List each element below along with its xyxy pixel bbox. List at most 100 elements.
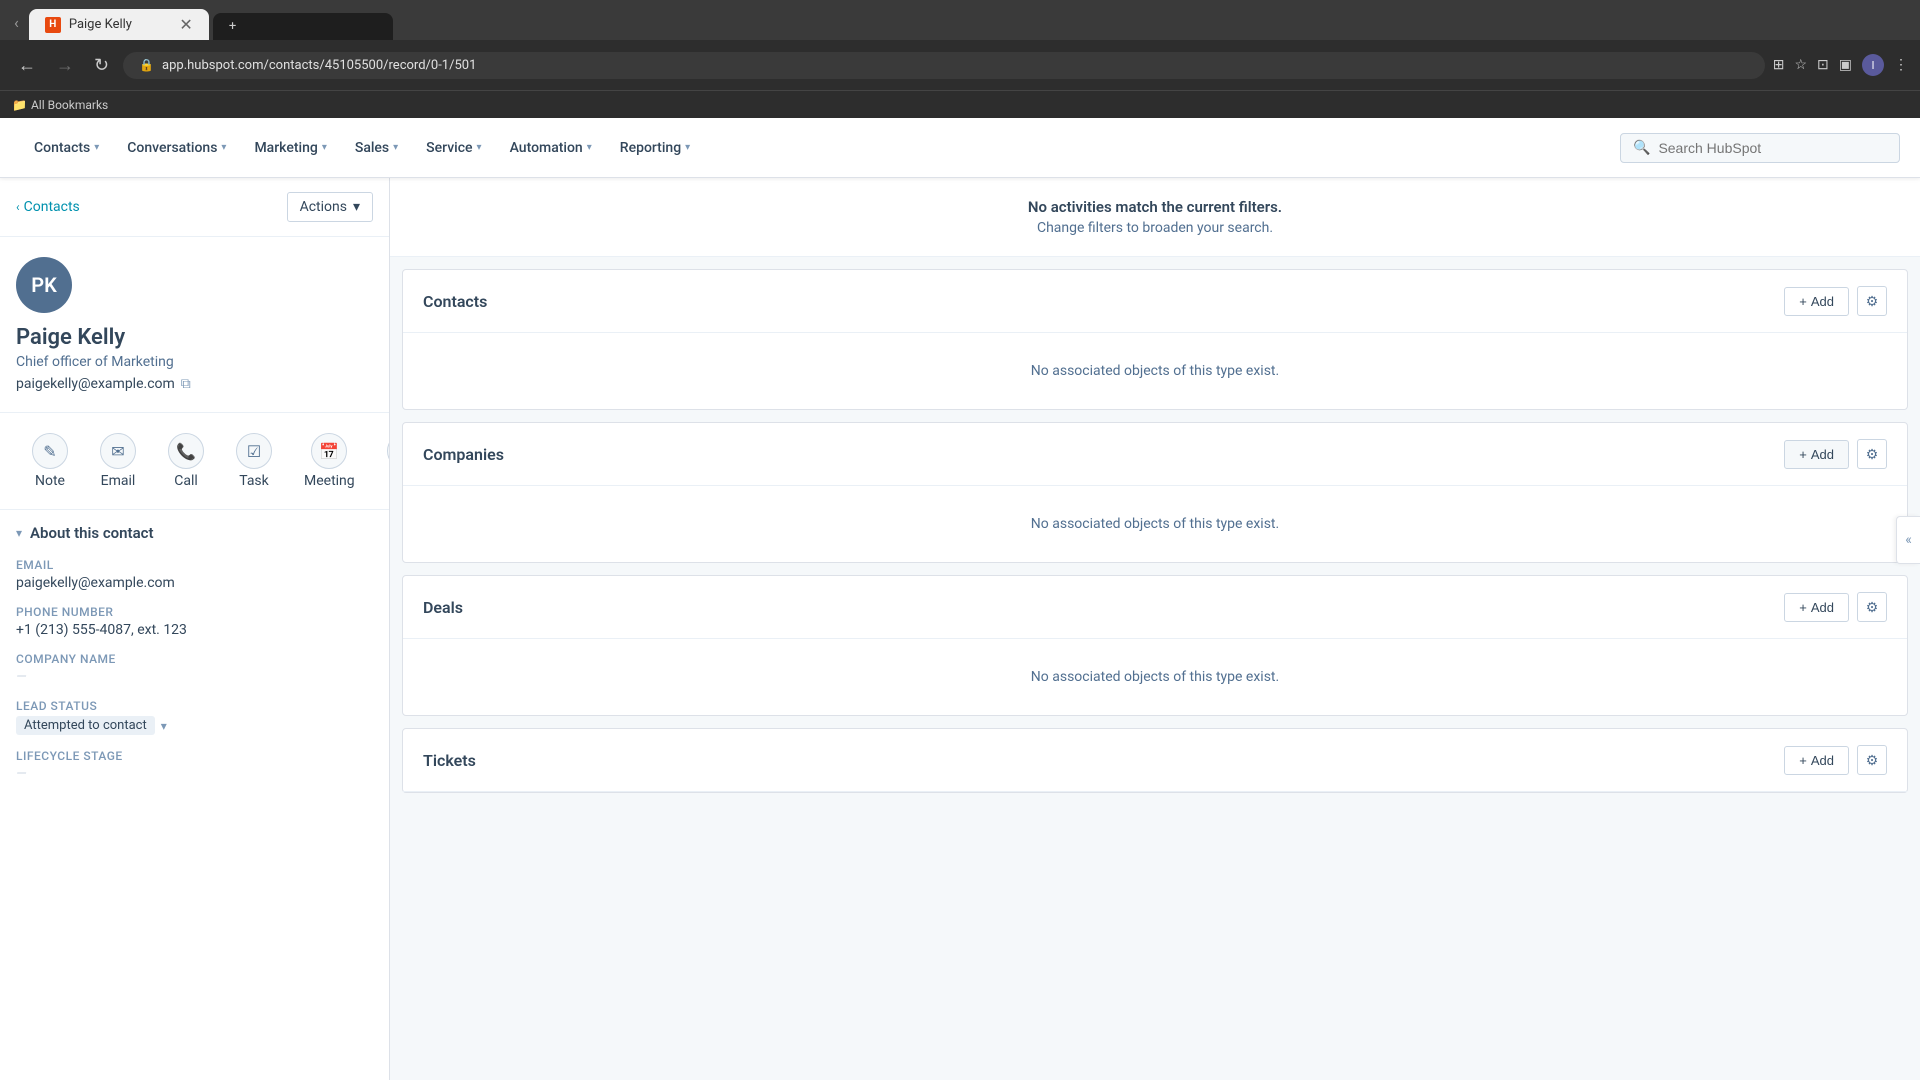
companies-gear-button[interactable]: ⚙ bbox=[1857, 439, 1887, 469]
contacts-add-button[interactable]: + Add bbox=[1784, 287, 1849, 316]
forward-button[interactable]: → bbox=[50, 51, 80, 80]
tickets-gear-icon: ⚙ bbox=[1866, 752, 1879, 769]
companies-gear-icon: ⚙ bbox=[1866, 446, 1879, 463]
profile-icon[interactable]: I bbox=[1862, 54, 1884, 76]
section-deals: Deals + Add ⚙ No associated objects of t… bbox=[402, 575, 1908, 716]
extension-icon[interactable]: ⊞ bbox=[1773, 57, 1785, 73]
call-label: Call bbox=[174, 473, 198, 489]
action-note[interactable]: ✎ Note bbox=[16, 425, 84, 497]
nav-item-automation[interactable]: Automation ▾ bbox=[496, 118, 606, 178]
bookmarks-label[interactable]: All Bookmarks bbox=[31, 98, 108, 112]
search-icon: 🔍 bbox=[1633, 140, 1650, 156]
tickets-add-plus-icon: + bbox=[1799, 753, 1807, 768]
field-lifecycle-value: — bbox=[16, 766, 373, 782]
nav-item-conversations[interactable]: Conversations ▾ bbox=[113, 118, 240, 178]
contacts-empty-text: No associated objects of this type exist… bbox=[1031, 363, 1279, 379]
companies-empty-text: No associated objects of this type exist… bbox=[1031, 516, 1279, 532]
field-company: Company name — bbox=[16, 652, 373, 685]
contact-profile: PK Paige Kelly Chief officer of Marketin… bbox=[0, 237, 389, 413]
hs-search-bar[interactable]: 🔍 bbox=[1620, 133, 1900, 163]
deals-add-button[interactable]: + Add bbox=[1784, 593, 1849, 622]
email-icon: ✉ bbox=[111, 442, 124, 461]
nav-item-marketing[interactable]: Marketing ▾ bbox=[240, 118, 340, 178]
call-icon-circle: 📞 bbox=[168, 433, 204, 469]
section-contacts-header: Contacts + Add ⚙ bbox=[403, 270, 1907, 333]
tab-favicon: H bbox=[45, 17, 61, 33]
meeting-icon-circle: 📅 bbox=[311, 433, 347, 469]
companies-add-plus-icon: + bbox=[1799, 447, 1807, 462]
search-input[interactable] bbox=[1658, 140, 1887, 156]
note-icon: ✎ bbox=[43, 442, 56, 461]
nav-label-contacts: Contacts bbox=[34, 140, 90, 156]
reload-button[interactable]: ↻ bbox=[88, 51, 115, 80]
action-task[interactable]: ☑ Task bbox=[220, 425, 288, 497]
address-bar[interactable]: 🔒 app.hubspot.com/contacts/45105500/reco… bbox=[123, 52, 1765, 79]
lead-status-row: Attempted to contact ▾ bbox=[16, 716, 373, 735]
meeting-label: Meeting bbox=[304, 473, 355, 489]
about-chevron-icon: ▾ bbox=[16, 526, 22, 540]
action-meeting[interactable]: 📅 Meeting bbox=[288, 425, 371, 497]
companies-add-button[interactable]: + Add bbox=[1784, 440, 1849, 469]
sidebar-icon[interactable]: ▣ bbox=[1839, 57, 1852, 73]
bookmarks-bar: 📁 All Bookmarks bbox=[0, 90, 1920, 118]
action-call[interactable]: 📞 Call bbox=[152, 425, 220, 497]
actions-label: Actions bbox=[300, 199, 347, 215]
note-label: Note bbox=[35, 473, 65, 489]
main-layout: ‹ Contacts Actions ▾ PK Paige Kelly Chie… bbox=[0, 178, 1920, 1080]
field-phone-value: +1 (213) 555-4087, ext. 123 bbox=[16, 622, 373, 638]
call-icon: 📞 bbox=[176, 442, 196, 461]
nav-chevron-contacts: ▾ bbox=[94, 142, 99, 153]
action-more[interactable]: ••• More bbox=[371, 425, 390, 497]
field-lead-status-label: Lead status bbox=[16, 699, 373, 713]
new-tab-btn[interactable]: + bbox=[213, 13, 393, 40]
deals-add-plus-icon: + bbox=[1799, 600, 1807, 615]
tickets-add-button[interactable]: + Add bbox=[1784, 746, 1849, 775]
action-email[interactable]: ✉ Email bbox=[84, 425, 152, 497]
sidebar: ‹ Contacts Actions ▾ PK Paige Kelly Chie… bbox=[0, 178, 390, 1080]
contacts-gear-button[interactable]: ⚙ bbox=[1857, 286, 1887, 316]
actions-button[interactable]: Actions ▾ bbox=[287, 192, 373, 222]
tickets-gear-button[interactable]: ⚙ bbox=[1857, 745, 1887, 775]
active-tab[interactable]: H Paige Kelly ✕ bbox=[29, 9, 209, 40]
lead-status-dropdown-icon[interactable]: ▾ bbox=[161, 719, 167, 733]
avatar-initials: PK bbox=[31, 273, 57, 297]
browser-actions: ⊞ ☆ ⊡ ▣ I ⋮ bbox=[1773, 54, 1908, 76]
lead-status-badge: Attempted to contact bbox=[16, 716, 155, 735]
nav-label-sales: Sales bbox=[355, 140, 389, 156]
section-companies-header: Companies + Add ⚙ bbox=[403, 423, 1907, 486]
collapse-panel-button[interactable]: « bbox=[1896, 516, 1920, 564]
nav-item-contacts[interactable]: Contacts ▾ bbox=[20, 118, 113, 178]
nav-chevron-sales: ▾ bbox=[393, 142, 398, 153]
contact-name: Paige Kelly bbox=[16, 325, 373, 350]
copy-icon[interactable]: ⧉ bbox=[181, 376, 191, 392]
section-tickets: Tickets + Add ⚙ bbox=[402, 728, 1908, 793]
back-forward-nav: ‹ bbox=[8, 11, 25, 40]
bookmarks-folder-icon: 📁 bbox=[12, 98, 27, 112]
tab-nav-back[interactable]: ‹ bbox=[8, 11, 25, 34]
section-companies-actions: + Add ⚙ bbox=[1784, 439, 1887, 469]
menu-icon[interactable]: ⋮ bbox=[1894, 57, 1908, 73]
tab-close-icon[interactable]: ✕ bbox=[179, 15, 192, 34]
section-contacts-body: No associated objects of this type exist… bbox=[403, 333, 1907, 409]
nav-chevron-automation: ▾ bbox=[587, 142, 592, 153]
field-company-label: Company name bbox=[16, 652, 373, 666]
star-icon[interactable]: ☆ bbox=[1794, 57, 1807, 73]
extensions-icon[interactable]: ⊡ bbox=[1817, 57, 1829, 73]
empty-banner-title: No activities match the current filters. bbox=[410, 198, 1900, 216]
about-header[interactable]: ▾ About this contact bbox=[16, 524, 373, 542]
deals-add-label: Add bbox=[1811, 600, 1834, 615]
nav-label-automation: Automation bbox=[510, 140, 583, 156]
about-title: About this contact bbox=[30, 524, 153, 542]
task-icon: ☑ bbox=[247, 442, 261, 461]
nav-label-marketing: Marketing bbox=[254, 140, 317, 156]
breadcrumb[interactable]: ‹ Contacts bbox=[16, 199, 80, 215]
companies-add-label: Add bbox=[1811, 447, 1834, 462]
back-button[interactable]: ← bbox=[12, 51, 42, 80]
nav-chevron-marketing: ▾ bbox=[322, 142, 327, 153]
deals-gear-button[interactable]: ⚙ bbox=[1857, 592, 1887, 622]
contacts-add-plus-icon: + bbox=[1799, 294, 1807, 309]
nav-item-sales[interactable]: Sales ▾ bbox=[341, 118, 412, 178]
nav-item-service[interactable]: Service ▾ bbox=[412, 118, 495, 178]
nav-item-reporting[interactable]: Reporting ▾ bbox=[606, 118, 704, 178]
actions-chevron-icon: ▾ bbox=[353, 199, 360, 215]
